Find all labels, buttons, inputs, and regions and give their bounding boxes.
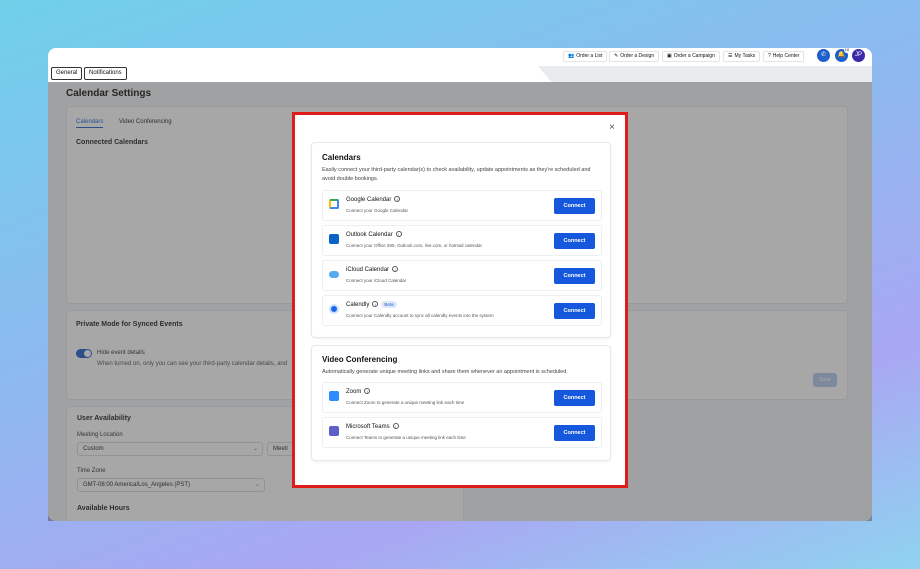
calendly-label: Calendly: [346, 302, 370, 308]
outlook-calendar-desc: Connect your Office 365, Outlook.com, li…: [346, 243, 482, 248]
microsoft-teams-icon: [329, 426, 339, 436]
microsoft-teams-item: Microsoft Teams i Connect Teams to genera…: [322, 417, 602, 448]
order-campaign-button[interactable]: ▣ Order a Campaign: [662, 51, 720, 62]
order-list-label: Order a List: [576, 53, 603, 59]
outlook-calendar-name: Outlook Calendar i: [346, 231, 402, 238]
connect-integrations-modal: × Calendars Easily connect your third-pa…: [292, 112, 628, 488]
phone-icon: ✆: [820, 52, 827, 58]
icloud-icon: [329, 271, 339, 278]
google-calendar-icon: [329, 199, 339, 209]
zoom-desc: Connect Zoom to generate a unique meetin…: [346, 400, 465, 405]
google-calendar-label: Google Calendar: [346, 197, 392, 203]
help-icon: ?: [768, 53, 771, 59]
microsoft-teams-label: Microsoft Teams: [346, 424, 390, 430]
video-conferencing-title: Video Conferencing: [322, 355, 398, 364]
outlook-calendar-item: Outlook Calendar i Connect your Office 36…: [322, 225, 602, 256]
calendly-icon: [329, 304, 339, 314]
info-icon[interactable]: i: [392, 423, 399, 429]
help-center-label: Help Center: [772, 53, 800, 59]
order-list-button[interactable]: 👥 Order a List: [563, 51, 608, 62]
tab-general[interactable]: General: [51, 67, 83, 80]
avatar[interactable]: JP: [852, 49, 865, 62]
help-center-button[interactable]: ? Help Center: [763, 51, 805, 62]
icloud-calendar-label: iCloud Calendar: [346, 267, 390, 273]
tasks-icon: ☰: [728, 53, 733, 59]
outlook-calendar-label: Outlook Calendar: [346, 232, 393, 238]
google-calendar-desc: Connect your Google Calendar: [346, 208, 409, 213]
google-calendar-item: Google Calendar i Connect your Google Cal…: [322, 190, 602, 221]
calendars-group: Calendars Easily connect your third-part…: [311, 142, 611, 338]
bell-icon: 🔔: [837, 52, 846, 58]
outlook-icon: [329, 234, 339, 244]
video-conferencing-description: Automatically generate unique meeting li…: [322, 369, 568, 375]
calendly-name: Calendly i Beta: [346, 301, 397, 308]
video-conferencing-group: Video Conferencing Automatically generat…: [311, 345, 611, 461]
brush-icon: ✎: [614, 53, 619, 59]
icloud-calendar-desc: Connect your iCloud Calendar: [346, 278, 407, 283]
outlook-calendar-connect-button[interactable]: Connect: [554, 233, 595, 249]
close-icon[interactable]: ×: [609, 123, 615, 133]
tab-strip-fill: [538, 66, 872, 82]
icloud-calendar-item: iCloud Calendar i Connect your iCloud Cal…: [322, 260, 602, 291]
campaign-icon: ▣: [667, 53, 672, 59]
calendly-item: Calendly i Beta Connect your Calendly acco…: [322, 295, 602, 326]
google-calendar-name: Google Calendar i: [346, 196, 401, 203]
microsoft-teams-name: Microsoft Teams i: [346, 423, 399, 430]
info-icon[interactable]: i: [392, 266, 399, 272]
zoom-connect-button[interactable]: Connect: [554, 390, 595, 406]
avatar-initials: JP: [854, 52, 862, 58]
info-icon[interactable]: i: [394, 196, 401, 202]
calendly-connect-button[interactable]: Connect: [554, 303, 595, 319]
info-icon[interactable]: i: [395, 231, 402, 237]
users-icon: 👥: [568, 53, 575, 59]
microsoft-teams-connect-button[interactable]: Connect: [554, 425, 595, 441]
notification-badge: 10: [844, 48, 850, 53]
phone-button[interactable]: ✆: [817, 49, 830, 62]
zoom-icon: [329, 391, 339, 401]
tab-notifications[interactable]: Notifications: [84, 67, 127, 80]
my-tasks-button[interactable]: ☰ My Tasks: [723, 51, 761, 62]
order-campaign-label: Order a Campaign: [673, 53, 715, 59]
info-icon[interactable]: i: [364, 388, 371, 394]
zoom-name: Zoom i: [346, 388, 371, 395]
notifications-button[interactable]: 🔔 10: [835, 48, 850, 62]
zoom-label: Zoom: [346, 389, 362, 395]
order-design-label: Order a Design: [620, 53, 655, 59]
calendars-title: Calendars: [322, 153, 361, 162]
calendly-desc: Connect your Calendly account to sync al…: [346, 313, 494, 318]
icloud-calendar-connect-button[interactable]: Connect: [554, 268, 595, 284]
calendars-description: Easily connect your third-party calendar…: [322, 167, 591, 182]
google-calendar-connect-button[interactable]: Connect: [554, 198, 595, 214]
icloud-calendar-name: iCloud Calendar i: [346, 266, 399, 273]
info-icon[interactable]: i: [372, 301, 379, 307]
microsoft-teams-desc: Connect Teams to generate a unique meeti…: [346, 435, 466, 440]
order-design-button[interactable]: ✎ Order a Design: [609, 51, 660, 62]
my-tasks-label: My Tasks: [734, 53, 756, 59]
zoom-item: Zoom i Connect Zoom to generate a unique …: [322, 382, 602, 413]
beta-badge: Beta: [381, 301, 397, 308]
